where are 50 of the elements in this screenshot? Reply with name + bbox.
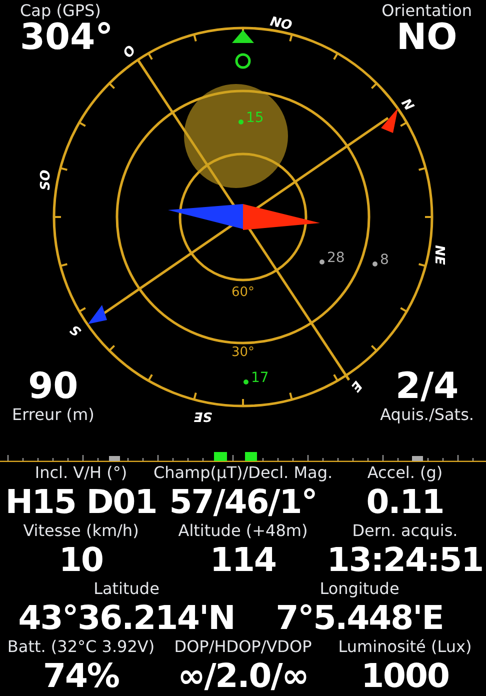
cardinal-label: N <box>398 96 416 114</box>
satellite-label: 17 <box>251 370 269 386</box>
cardinal-label: NE <box>431 245 446 265</box>
reading-value: 0.11 <box>366 482 444 522</box>
reading-value: 10 <box>59 540 103 580</box>
cardinal-label: S <box>68 321 84 339</box>
satellite-label: 15 <box>246 110 264 126</box>
satellite-label: 28 <box>327 250 345 266</box>
satellite-label: 8 <box>380 252 389 268</box>
reading-value: 114 <box>210 540 276 580</box>
reading-label: Latitude <box>94 580 160 598</box>
reading-value: ∞/2.0/∞ <box>178 656 308 696</box>
target-triangle-icon <box>232 30 254 43</box>
reading-label: Accel. (g) <box>367 464 443 482</box>
reading-label: DOP/HDOP/VDOP <box>174 638 312 656</box>
orientation-value: NO <box>396 20 458 56</box>
reading-value: 1000 <box>361 656 449 696</box>
heading-label: Cap (GPS) <box>20 2 101 20</box>
reading-value: H15 D01 <box>5 482 157 522</box>
error-label: Erreur (m) <box>12 406 94 424</box>
reading-label: Longitude <box>320 580 400 598</box>
needle-head-icon <box>243 204 320 230</box>
elevation-label: 60° <box>231 285 255 300</box>
satellites-value: 2/4 <box>395 368 459 406</box>
reading-label: Incl. V/H (°) <box>34 464 128 482</box>
reading-value: 74% <box>43 656 119 696</box>
reading-label: Vitesse (km/h) <box>23 522 139 540</box>
reading-label: Dern. acquis. <box>352 522 458 540</box>
reading-label: Luminosité (Lux) <box>338 638 472 656</box>
reading-label: Batt. (32°C 3.92V) <box>7 638 155 656</box>
reading-label: Altitude (+48m) <box>178 522 308 540</box>
cardinal-label: NO <box>268 14 294 34</box>
satellites-label: Aquis./Sats. <box>380 406 474 424</box>
heading-value: 304° <box>20 20 114 56</box>
error-value: 90 <box>28 368 78 406</box>
elevation-label: 30° <box>231 345 255 360</box>
reading-value: 57/46/1° <box>169 482 317 522</box>
reading-label: Champ(µT)/Decl. Mag. <box>153 464 333 482</box>
south-arrow-icon <box>88 305 107 324</box>
cardinal-label: SO <box>38 170 54 190</box>
needle-tail-icon <box>168 204 243 229</box>
reading-value: 13:24:51 <box>326 540 484 580</box>
cardinal-label: SE <box>194 408 212 424</box>
target-circle-icon <box>235 53 251 69</box>
cardinal-label: O <box>120 43 140 61</box>
reading-value: 7°5.448'E <box>276 598 444 638</box>
orientation-label: Orientation <box>382 2 472 20</box>
north-arrow-icon <box>381 108 398 133</box>
reading-value: 43°36.214'N <box>18 598 235 638</box>
cardinal-label: E <box>347 378 365 394</box>
